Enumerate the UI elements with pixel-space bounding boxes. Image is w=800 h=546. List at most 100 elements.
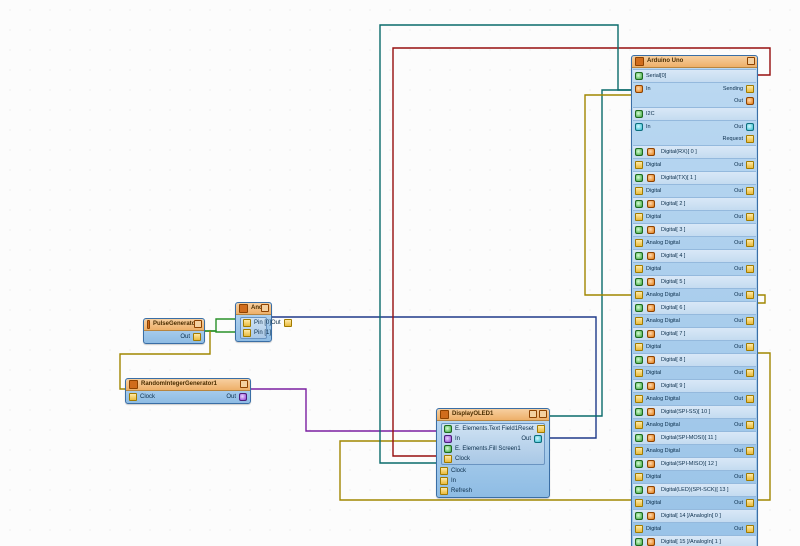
node-title[interactable]: DisplayOLED1 [437, 409, 549, 421]
digital-in-pin[interactable] [635, 161, 643, 169]
serial-sending-pin[interactable] [746, 85, 754, 93]
pin-btn-icon[interactable] [194, 320, 202, 328]
digital-out-pin[interactable] [746, 291, 754, 299]
digital-out-pin[interactable] [746, 525, 754, 533]
digital-out-pin[interactable] [746, 265, 754, 273]
digital-pin-1[interactable]: Digital(TX)[ 1 ] [633, 171, 756, 185]
out-pin[interactable] [534, 435, 542, 443]
digital-pin-0[interactable]: Digital(RX)[ 0 ] [633, 145, 756, 159]
i2c-out-pin[interactable] [746, 123, 754, 131]
el1-in-pin[interactable] [444, 435, 452, 443]
serial-in-pin[interactable] [635, 85, 643, 93]
in-pin[interactable] [440, 477, 448, 485]
digital-pin-8[interactable]: Digital[ 8 ] [633, 353, 756, 367]
digital-pin-5[interactable]: Digital[ 5 ] [633, 275, 756, 289]
i2c-expand[interactable] [635, 110, 643, 118]
digital-pin-io-10: Analog DigitalOut [633, 419, 756, 431]
pin-btn-icon[interactable] [747, 57, 755, 65]
pin-left-label: Digital [646, 162, 661, 168]
digital-pin-io-8: DigitalOut [633, 367, 756, 379]
pin-center-label: Digital(SPI-SS)[ 10 ] [661, 409, 710, 415]
pin-out-label: Out [734, 292, 743, 298]
serial-out-pin[interactable] [746, 97, 754, 105]
pin-out-label: Out [734, 500, 743, 506]
pin-out-label: Out [734, 448, 743, 454]
node-icon [147, 320, 150, 329]
pin-led-icon [635, 538, 643, 546]
i2c-in-pin[interactable] [635, 123, 643, 131]
digital-in-pin[interactable] [635, 317, 643, 325]
digital-in-pin[interactable] [635, 343, 643, 351]
digital-pin-11[interactable]: Digital(SPI-MOSI)[ 11 ] [633, 431, 756, 445]
digital-in-pin[interactable] [635, 265, 643, 273]
digital-in-pin[interactable] [635, 395, 643, 403]
node-title[interactable]: Arduino Uno [632, 56, 757, 68]
element1-expand-pin[interactable] [444, 425, 452, 433]
pin-center-label: Digital[ 2 ] [661, 201, 685, 207]
digital-in-pin[interactable] [635, 213, 643, 221]
in-pin0[interactable] [243, 319, 251, 327]
digital-out-pin[interactable] [746, 447, 754, 455]
digital-in-pin[interactable] [635, 473, 643, 481]
pin-center-label: Digital(LED)(SPI-SCK)[ 13 ] [661, 487, 729, 493]
digital-pin-2[interactable]: Digital[ 2 ] [633, 197, 756, 211]
digital-in-pin[interactable] [635, 187, 643, 195]
digital-pin-3[interactable]: Digital[ 3 ] [633, 223, 756, 237]
el2-clock-pin[interactable] [444, 455, 452, 463]
element2-expand-pin[interactable] [444, 445, 452, 453]
digital-pin-9[interactable]: Digital[ 9 ] [633, 379, 756, 393]
digital-out-pin[interactable] [746, 213, 754, 221]
node-title[interactable]: PulseGenerator1 [144, 319, 204, 331]
digital-pin-6[interactable]: Digital[ 6 ] [633, 301, 756, 315]
pin-left-label: Digital [646, 500, 661, 506]
i2c-req-pin[interactable] [746, 135, 754, 143]
digital-pin-7[interactable]: Digital[ 7 ] [633, 327, 756, 341]
digital-in-pin[interactable] [635, 421, 643, 429]
pin-btn-icon[interactable] [261, 304, 269, 312]
digital-out-pin[interactable] [746, 317, 754, 325]
node-display-oled[interactable]: DisplayOLED1 E. Elements.Text Field1 Res… [436, 408, 550, 498]
pin-led-icon [647, 148, 655, 156]
digital-out-pin[interactable] [746, 473, 754, 481]
digital-in-pin[interactable] [635, 499, 643, 507]
digital-out-pin[interactable] [746, 499, 754, 507]
out-pin[interactable] [239, 393, 247, 401]
edit-btn-icon[interactable] [539, 410, 547, 418]
digital-in-pin[interactable] [635, 291, 643, 299]
serial-expand[interactable] [635, 72, 643, 80]
node-title[interactable]: RandomIntegerGenerator1 [126, 379, 250, 391]
pin-center-label: Digital[ 15 ]/AnalogIn[ 1 ] [661, 539, 721, 545]
node-title[interactable]: And1 [236, 303, 271, 315]
pin-btn-icon[interactable] [240, 380, 248, 388]
node-random-integer-generator[interactable]: RandomIntegerGenerator1 ClockOut [125, 378, 251, 404]
digital-out-pin[interactable] [746, 239, 754, 247]
in-pin1[interactable] [243, 329, 251, 337]
pin-btn-icon[interactable] [529, 410, 537, 418]
digital-pin-14[interactable]: Digital[ 14 ]/AnalogIn[ 0 ] [633, 509, 756, 523]
refresh-pin[interactable] [440, 487, 448, 495]
digital-out-pin[interactable] [746, 343, 754, 351]
clock-pin[interactable] [129, 393, 137, 401]
reset-out-pin[interactable] [537, 425, 545, 433]
digital-in-pin[interactable] [635, 447, 643, 455]
digital-out-pin[interactable] [746, 395, 754, 403]
node-and[interactable]: And1 Pin [0]Out Pin [1] [235, 302, 272, 342]
clock-pin[interactable] [440, 467, 448, 475]
diagram-canvas[interactable]: { "nodes": { "pulse": {"title": "PulseGe… [0, 0, 800, 546]
out-pin[interactable] [284, 319, 292, 327]
digital-pin-4[interactable]: Digital[ 4 ] [633, 249, 756, 263]
digital-in-pin[interactable] [635, 525, 643, 533]
digital-out-pin[interactable] [746, 161, 754, 169]
digital-pin-10[interactable]: Digital(SPI-SS)[ 10 ] [633, 405, 756, 419]
digital-out-pin[interactable] [746, 187, 754, 195]
out-pin[interactable] [193, 333, 201, 341]
digital-pin-15[interactable]: Digital[ 15 ]/AnalogIn[ 1 ] [633, 535, 756, 546]
node-pulse-generator[interactable]: PulseGenerator1 Out [143, 318, 205, 344]
digital-pin-12[interactable]: Digital(SPI-MISO)[ 12 ] [633, 457, 756, 471]
digital-out-pin[interactable] [746, 421, 754, 429]
digital-in-pin[interactable] [635, 369, 643, 377]
node-arduino-uno[interactable]: Arduino Uno Serial[0] InSending Out I2C … [631, 55, 758, 546]
digital-out-pin[interactable] [746, 369, 754, 377]
digital-pin-13[interactable]: Digital(LED)(SPI-SCK)[ 13 ] [633, 483, 756, 497]
digital-in-pin[interactable] [635, 239, 643, 247]
